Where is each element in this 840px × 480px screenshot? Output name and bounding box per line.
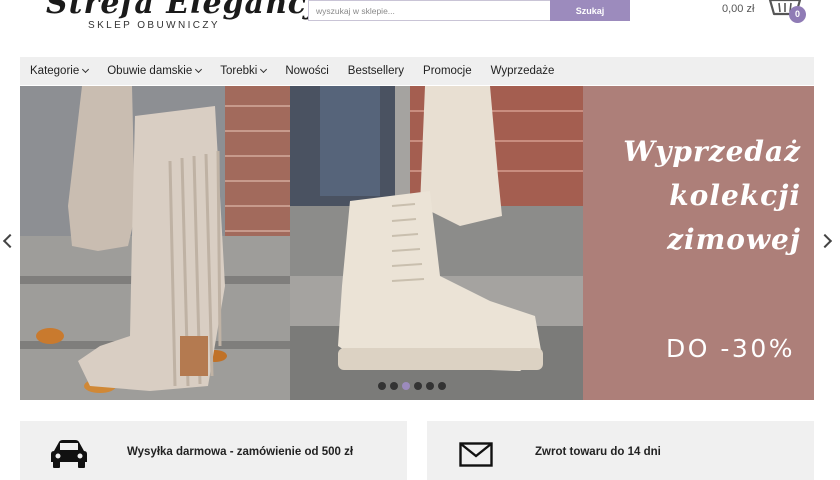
feature-returns: Zwrot towaru do 14 dni [427, 421, 814, 480]
promo-discount: DO -30% [666, 334, 795, 363]
promo-panel: Wyprzedaż kolekcji zimowej DO -30% [583, 86, 814, 400]
hero-slider[interactable]: Wyprzedaż kolekcji zimowej DO -30% [20, 86, 814, 400]
nav-item-label: Kategorie [30, 65, 80, 77]
slider-dot[interactable] [438, 382, 446, 390]
slider-dots [378, 382, 446, 390]
nav-item-label: Bestsellery [347, 65, 405, 77]
nav-item-kategorie[interactable]: Kategorie [20, 65, 98, 77]
nav-item-label: Wyprzedaże [490, 65, 555, 77]
chevron-down-icon [260, 65, 268, 74]
store-logo[interactable]: Strefa Elegancji SKLEP OBUWNICZY [40, 0, 330, 32]
nav-item-promocje[interactable]: Promocje [414, 65, 482, 77]
slider-dot-active[interactable] [402, 382, 410, 390]
envelope-icon [459, 442, 493, 467]
car-icon [51, 440, 87, 468]
nav-item-wyprzedaze[interactable]: Wyprzedaże [481, 65, 564, 77]
nav-item-torebki[interactable]: Torebki [211, 65, 276, 77]
search-input[interactable] [308, 0, 550, 21]
main-nav: Kategorie Obuwie damskie Torebki Nowości… [20, 57, 814, 85]
slider-dot[interactable] [426, 382, 434, 390]
slider-dot[interactable] [414, 382, 422, 390]
slider-prev-arrow[interactable] [2, 233, 18, 249]
chevron-down-icon [82, 65, 90, 74]
nav-item-obuwie-damskie[interactable]: Obuwie damskie [98, 65, 211, 77]
nav-item-nowosci[interactable]: Nowości [276, 65, 338, 77]
feature-text: Wysyłka darmowa - zamówienie od 500 zł [127, 446, 354, 458]
feature-free-shipping: Wysyłka darmowa - zamówienie od 500 zł [20, 421, 407, 480]
feature-text: Zwrot towaru do 14 dni [535, 446, 661, 458]
slider-dot[interactable] [378, 382, 386, 390]
nav-item-label: Promocje [423, 65, 472, 77]
cart-button[interactable]: 0 [768, 0, 808, 24]
slider-dot[interactable] [390, 382, 398, 390]
search-button[interactable]: Szukaj [550, 0, 630, 21]
page: Strefa Elegancji SKLEP OBUWNICZY Szukaj … [0, 0, 840, 480]
promo-title: Wyprzedaż kolekcji zimowej [623, 135, 801, 256]
nav-item-bestsellery[interactable]: Bestsellery [338, 65, 413, 77]
cart-count-badge: 0 [789, 6, 806, 23]
nav-item-label: Torebki [220, 65, 258, 77]
search-bar: Szukaj [308, 0, 630, 21]
nav-item-label: Obuwie damskie [107, 65, 193, 77]
nav-item-label: Nowości [285, 65, 329, 77]
slider-next-arrow[interactable] [817, 233, 833, 249]
logo-subtitle: SKLEP OBUWNICZY [88, 20, 220, 31]
chevron-down-icon [195, 65, 203, 74]
banner-photo [20, 86, 583, 400]
logo-script: Strefa Elegancji [46, 0, 332, 21]
cart-total[interactable]: 0,00 zł [722, 3, 754, 15]
